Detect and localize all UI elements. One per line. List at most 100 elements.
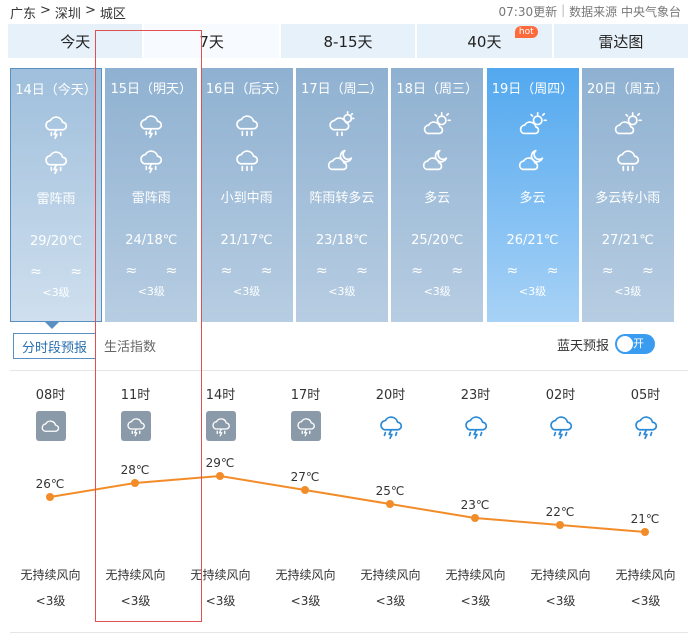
day-condition: 多云 — [519, 191, 546, 206]
thunder-rain-outline-icon — [549, 416, 572, 440]
blue-sky-forecast: 蓝天预报 开 — [557, 334, 655, 354]
hour-time: 14时 — [205, 388, 236, 403]
tab-label: 雷达图 — [598, 32, 644, 51]
thunder-rain-outline-icon — [464, 416, 487, 440]
hot-badge: hot — [514, 26, 538, 38]
breadcrumb-district[interactable]: 城区 — [100, 3, 126, 22]
thunder-rain-icon — [290, 411, 321, 441]
hour-time: 17时 — [290, 388, 321, 403]
day-card[interactable]: 17日（周二） 阵雨转多云 23/18℃ ≈ ≈ <3级 — [295, 68, 388, 322]
tab-8-15day[interactable]: 8-15天 — [280, 24, 416, 58]
tab-radar[interactable]: 雷达图 — [553, 24, 689, 58]
day-condition: 雷阵雨 — [36, 192, 76, 207]
tab-label: 7天 — [199, 32, 224, 51]
thunder-rain-outline-icon — [634, 416, 657, 440]
tab-label: 40天 — [467, 32, 502, 51]
day-temperature: 23/18℃ — [315, 233, 368, 248]
day-card[interactable]: 19日（周四） 多云 26/21℃ ≈ ≈ <3级 — [486, 68, 579, 322]
thunder-rain-glyph — [296, 418, 315, 437]
cloudy-night-icon — [327, 149, 353, 171]
day-card[interactable]: 20日（周五） 多云转小雨 27/21℃ ≈ ≈ <3级 — [581, 68, 674, 322]
hour-time: 05时 — [630, 388, 661, 403]
day-card[interactable]: 18日（周三） 多云 25/20℃ ≈ ≈ <3级 — [391, 68, 484, 322]
day-temperature: 29/20℃ — [29, 234, 83, 249]
temperature-line-chart: 26℃ 28℃ 29℃ 27℃ 25℃ 23℃ 22℃ 21℃ — [36, 456, 660, 536]
temperature-label: 23℃ — [461, 498, 490, 512]
temperature-label: 26℃ — [36, 477, 65, 491]
temperature-point — [216, 472, 224, 480]
hour-wind-level: <3级 — [205, 594, 236, 608]
breadcrumb-separator: > — [40, 3, 51, 18]
thunder-rain-icon — [205, 411, 236, 441]
tab-hourly-forecast[interactable]: 分时段预报 — [13, 333, 97, 359]
day-date: 15日（明天） — [110, 82, 193, 97]
hour-wind-direction: 无持续风向 — [190, 568, 251, 582]
thunder-rain-glyph — [211, 418, 230, 437]
wind-icon: ≈ ≈ — [601, 263, 666, 279]
meta-separator: | — [561, 3, 566, 17]
day-condition: 小到中雨 — [220, 191, 273, 206]
partly-cloudy-icon — [423, 111, 452, 135]
hour-wind-direction: 无持续风向 — [275, 568, 336, 582]
thunder-rain-icon — [140, 115, 163, 139]
day-date: 19日（周四） — [491, 82, 574, 97]
rain-icon — [235, 115, 258, 137]
hour-wind-direction: 无持续风向 — [360, 568, 421, 582]
day-wind-level: <3级 — [614, 285, 642, 298]
thunder-rain-icon — [120, 411, 151, 441]
day-card[interactable]: 14日（今天） 雷阵雨 29/20℃ ≈ ≈ <3级 — [10, 68, 102, 322]
cloudy-glyph — [41, 420, 59, 432]
thunder-rain-icon — [45, 151, 68, 175]
tab-7day[interactable]: 7天 — [144, 24, 279, 58]
hour-time: 11时 — [120, 388, 151, 403]
top-bar: 广东 > 深圳 > 城区 07:30更新 | 数据来源 中央气象台 — [0, 0, 695, 22]
day-card[interactable]: 15日（明天） 雷阵雨 24/18℃ ≈ ≈ <3级 — [105, 68, 198, 322]
selected-day-pointer — [45, 322, 59, 329]
temperature-label: 21℃ — [631, 512, 660, 526]
breadcrumb: 广东 > 深圳 > 城区 — [10, 3, 126, 22]
day-wind-level: <3级 — [232, 285, 261, 298]
hour-wind-direction: 无持续风向 — [530, 568, 591, 582]
breadcrumb-province[interactable]: 广东 — [10, 3, 36, 22]
temperature-label: 29℃ — [206, 456, 235, 470]
temperature-point — [131, 479, 139, 487]
temperature-point — [471, 514, 479, 522]
rain-icon — [617, 150, 639, 172]
day-card[interactable]: 16日（后天） 小到中雨 21/17℃ ≈ ≈ <3级 — [200, 68, 293, 322]
hour-time: 02时 — [545, 388, 576, 403]
wind-icon: ≈ ≈ — [506, 263, 571, 279]
day-wind-level: <3级 — [42, 286, 70, 299]
temperature-point — [301, 486, 309, 494]
breadcrumb-city[interactable]: 深圳 — [55, 3, 81, 22]
blue-sky-toggle[interactable]: 开 — [615, 334, 655, 354]
hour-wind-level: <3级 — [545, 594, 576, 608]
temperature-point — [386, 500, 394, 508]
day-temperature: 24/18℃ — [125, 233, 178, 248]
hour-column: 08时 无持续风向 <3级 — [8, 380, 93, 608]
temperature-point — [641, 528, 649, 536]
daily-forecast: 14日（今天） 雷阵雨 29/20℃ ≈ ≈ <3级 15日（明天） 雷阵雨 24/18℃ ≈ … — [10, 68, 688, 322]
tab-label: 今天 — [60, 32, 91, 51]
hour-column: 02时无持续风向 <3级 — [518, 380, 603, 608]
hour-column: 11时 无持续风向 <3级 — [93, 380, 178, 608]
tab-40day[interactable]: 40天 hot — [417, 24, 552, 58]
hour-wind-direction: 无持续风向 — [105, 568, 166, 582]
hour-time: 08时 — [35, 388, 66, 403]
data-source: 数据来源 中央气象台 — [569, 5, 681, 19]
day-condition: 阵雨转多云 — [309, 191, 375, 206]
wind-icon: ≈ ≈ — [411, 263, 476, 279]
shower-icon — [329, 111, 355, 137]
wind-icon: ≈ ≈ — [30, 264, 94, 280]
cloudy-night-icon — [518, 149, 543, 171]
tab-today[interactable]: 今天 — [8, 24, 143, 58]
hour-wind-level: <3级 — [630, 594, 661, 608]
tab-life-index[interactable]: 生活指数 — [96, 333, 164, 359]
wind-icon: ≈ ≈ — [125, 263, 190, 279]
hour-column: 20时 无持续风向 <3级 — [348, 380, 433, 608]
partly-cloudy-icon — [614, 111, 642, 135]
day-temperature: 27/21℃ — [601, 233, 654, 248]
day-wind-level: <3级 — [328, 285, 356, 298]
divider — [10, 370, 688, 371]
breadcrumb-separator: > — [84, 3, 96, 18]
update-meta: 07:30更新 | 数据来源 中央气象台 — [499, 3, 681, 20]
